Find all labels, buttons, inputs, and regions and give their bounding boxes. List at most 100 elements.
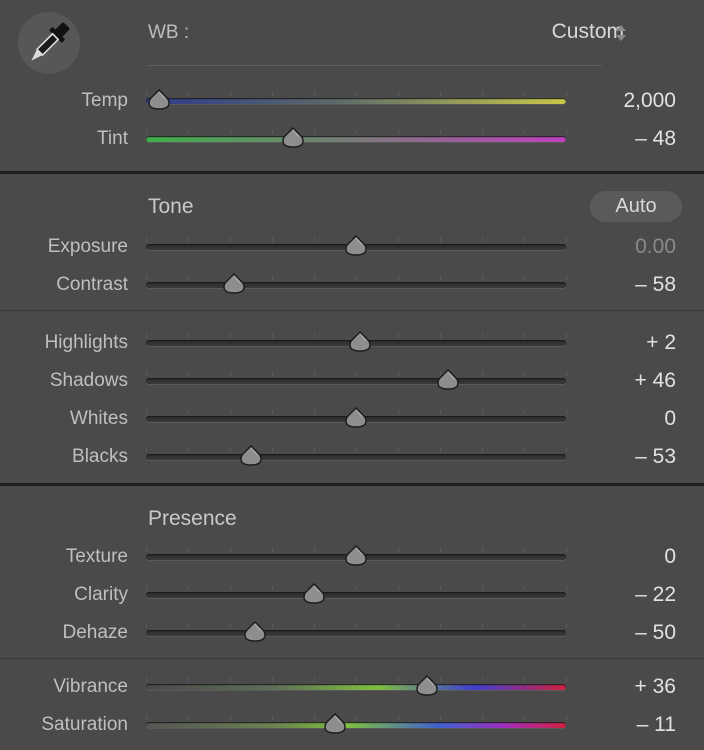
tick-mark [188, 129, 189, 134]
tick-mark [440, 547, 441, 552]
tick-mark [314, 91, 315, 96]
tick-mark [314, 371, 315, 376]
divider [148, 65, 602, 66]
eyedropper-button[interactable] [18, 12, 80, 74]
tick-mark [230, 409, 231, 414]
tick-mark [356, 715, 357, 720]
tick-mark [272, 91, 273, 96]
texture-value[interactable]: 0 [556, 545, 676, 569]
tick-mark [272, 333, 273, 338]
shadows-value[interactable]: + 46 [556, 369, 676, 393]
tick-mark [188, 623, 189, 628]
exposure-slider-thumb[interactable] [345, 235, 367, 257]
temp-slider-track[interactable] [146, 98, 566, 104]
tick-mark [146, 585, 147, 590]
temp-label: Temp [81, 90, 128, 111]
tick-mark [314, 275, 315, 280]
tick-mark [524, 371, 525, 376]
tick-mark [356, 275, 357, 280]
vibrance-slider-track[interactable] [146, 684, 566, 690]
tick-mark [188, 585, 189, 590]
blacks-label: Blacks [72, 446, 128, 467]
tick-mark [524, 715, 525, 720]
tick-mark [482, 275, 483, 280]
saturation-label: Saturation [41, 714, 128, 735]
tick-mark [230, 623, 231, 628]
tick-mark [146, 237, 147, 242]
saturation-slider-track[interactable] [146, 722, 566, 728]
tick-mark [524, 623, 525, 628]
tick-mark [230, 585, 231, 590]
tick-mark [272, 447, 273, 452]
tick-mark [188, 371, 189, 376]
tick-mark [230, 547, 231, 552]
tick-mark [188, 677, 189, 682]
tick-mark [398, 91, 399, 96]
tick-mark [188, 447, 189, 452]
texture-slider-thumb[interactable] [345, 545, 367, 567]
shadows-slider-track[interactable] [146, 378, 566, 384]
tick-mark [524, 585, 525, 590]
dehaze-slider-track[interactable] [146, 630, 566, 636]
vibrance-value[interactable]: + 36 [556, 675, 676, 699]
tick-mark [146, 333, 147, 338]
tick-mark [482, 409, 483, 414]
contrast-slider-track[interactable] [146, 282, 566, 288]
vibrance-label: Vibrance [53, 676, 128, 697]
tick-mark [314, 237, 315, 242]
blacks-value[interactable]: – 53 [556, 445, 676, 469]
highlights-slider-thumb[interactable] [349, 331, 371, 353]
dehaze-value[interactable]: – 50 [556, 621, 676, 645]
tint-slider-track[interactable] [146, 136, 566, 142]
tick-mark [482, 237, 483, 242]
tint-slider-thumb[interactable] [282, 127, 304, 149]
temp-value[interactable]: 2,000 [556, 89, 676, 113]
exposure-label: Exposure [47, 236, 128, 257]
tick-mark [524, 409, 525, 414]
tick-mark [398, 333, 399, 338]
contrast-label: Contrast [56, 274, 128, 295]
tick-mark [146, 409, 147, 414]
clarity-value[interactable]: – 22 [556, 583, 676, 607]
tick-mark [482, 91, 483, 96]
contrast-slider-thumb[interactable] [223, 273, 245, 295]
highlights-value[interactable]: + 2 [556, 331, 676, 355]
whites-slider-thumb[interactable] [345, 407, 367, 429]
saturation-slider-thumb[interactable] [324, 713, 346, 735]
tick-mark [524, 547, 525, 552]
vibrance-slider-thumb[interactable] [416, 675, 439, 697]
texture-label: Texture [65, 546, 128, 567]
tick-mark [398, 371, 399, 376]
saturation-value[interactable]: – 11 [556, 713, 676, 737]
tick-mark [356, 371, 357, 376]
tick-mark [272, 677, 273, 682]
tick-mark [146, 623, 147, 628]
tick-mark [440, 275, 441, 280]
clarity-slider-track[interactable] [146, 592, 566, 598]
tick-mark [356, 447, 357, 452]
tick-mark [230, 447, 231, 452]
shadows-ticks [146, 371, 567, 377]
tint-label: Tint [97, 128, 128, 149]
blacks-slider-thumb[interactable] [240, 445, 262, 467]
tick-mark [356, 91, 357, 96]
temp-ticks [146, 91, 567, 97]
blacks-slider-track[interactable] [146, 454, 566, 460]
exposure-value[interactable]: 0.00 [556, 235, 676, 259]
tick-mark [188, 409, 189, 414]
temp-slider-thumb[interactable] [147, 89, 170, 111]
tick-mark [356, 677, 357, 682]
contrast-value[interactable]: – 58 [556, 273, 676, 297]
whites-value[interactable]: 0 [556, 407, 676, 431]
tick-mark [272, 585, 273, 590]
tint-value[interactable]: – 48 [556, 127, 676, 151]
clarity-slider-thumb[interactable] [303, 583, 325, 605]
tick-mark [314, 715, 315, 720]
auto-button[interactable]: Auto [590, 191, 682, 222]
shadows-slider-thumb[interactable] [437, 369, 460, 391]
tick-mark [524, 275, 525, 280]
tick-mark [230, 333, 231, 338]
dehaze-slider-thumb[interactable] [244, 621, 266, 643]
up-down-spinner-icon[interactable] [614, 24, 628, 42]
tick-mark [272, 623, 273, 628]
